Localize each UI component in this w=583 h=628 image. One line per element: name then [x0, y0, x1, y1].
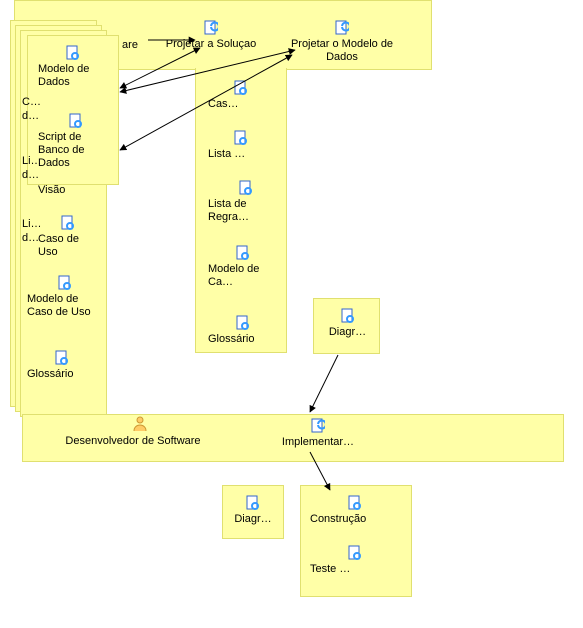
artifact-glossario-center[interactable]: Glossário	[208, 315, 278, 346]
artifact-label: Caso de Uso	[38, 233, 79, 258]
artifact-construcao[interactable]: Construção	[310, 495, 400, 526]
artifact-glossario-left[interactable]: Glossário	[27, 350, 97, 381]
task-implementar[interactable]: Implementar…	[268, 418, 368, 449]
artifact-label: Modelo de Caso de Uso	[27, 293, 91, 318]
artifact-icon	[55, 350, 69, 366]
artifact-icon	[341, 308, 355, 324]
artifact-label: Script de Banco de Dados	[38, 131, 84, 169]
role-desenvolvedor[interactable]: Desenvolvedor de Software	[38, 434, 228, 448]
artifact-label: Construção	[310, 513, 366, 525]
artifact-label: Teste …	[310, 563, 350, 575]
artifact-visao[interactable]: Visão	[38, 184, 98, 197]
artifact-label: Modelo de Dados	[38, 63, 89, 88]
artifact-caso-de-uso[interactable]: Caso de Uso	[38, 215, 98, 259]
artifact-label: Lista de Regra…	[208, 198, 249, 223]
task-label: Projetar o Modelo de Dados	[291, 38, 393, 63]
artifact-diagr-right[interactable]: Diagr…	[320, 308, 375, 339]
artifact-icon	[58, 275, 72, 291]
diagram-canvas: are Projetar a Soluçao Projetar o Modelo…	[0, 0, 583, 628]
artifact-lista-regra[interactable]: Lista de Regra…	[208, 180, 283, 224]
fragment-li1: Li…	[22, 155, 40, 168]
artifact-script-banco-dados[interactable]: Script de Banco de Dados	[38, 113, 113, 170]
artifact-label: Visão	[38, 184, 65, 196]
artifact-modelo-ca[interactable]: Modelo de Ca…	[208, 245, 278, 289]
artifact-icon	[348, 495, 362, 511]
artifact-label: Lista …	[208, 148, 245, 160]
fragment-de2: d…	[22, 169, 40, 182]
fragment-c: C…	[22, 96, 40, 109]
artifact-label: Diagr…	[234, 513, 271, 525]
artifact-modelo-de-dados[interactable]: Modelo de Dados	[38, 45, 108, 89]
task-icon	[335, 20, 349, 36]
artifact-icon	[234, 80, 248, 96]
task-label: Projetar a Soluçao	[166, 38, 257, 50]
artifact-icon	[66, 45, 80, 61]
task-projetar-solucao[interactable]: Projetar a Soluçao	[156, 20, 266, 51]
task-label: Implementar…	[282, 436, 354, 448]
fragment-de: d…	[22, 110, 40, 123]
artifact-icon	[236, 315, 250, 331]
task-icon	[204, 20, 218, 36]
artifact-cas[interactable]: Cas…	[208, 80, 273, 111]
artifact-label: Diagr…	[329, 326, 366, 338]
task-icon	[311, 418, 325, 434]
person-icon	[132, 416, 148, 432]
artifact-teste[interactable]: Teste …	[310, 545, 400, 576]
artifact-label: Modelo de Ca…	[208, 263, 259, 288]
role-fragment: are	[115, 38, 145, 52]
artifact-modelo-caso-uso[interactable]: Modelo de Caso de Uso	[27, 275, 102, 319]
artifact-lista[interactable]: Lista …	[208, 130, 273, 161]
artifact-label: Glossário	[208, 333, 254, 345]
task-projetar-modelo-dados[interactable]: Projetar o Modelo de Dados	[282, 20, 402, 64]
artifact-icon	[69, 113, 83, 129]
artifact-icon	[246, 495, 260, 511]
artifact-label: Cas…	[208, 98, 239, 110]
artifact-icon	[234, 130, 248, 146]
artifact-icon	[348, 545, 362, 561]
artifact-icon	[61, 215, 75, 231]
artifact-icon	[236, 245, 250, 261]
artifact-icon	[239, 180, 253, 196]
artifact-diagr-bottom[interactable]: Diagr…	[228, 495, 278, 526]
artifact-label: Glossário	[27, 368, 73, 380]
